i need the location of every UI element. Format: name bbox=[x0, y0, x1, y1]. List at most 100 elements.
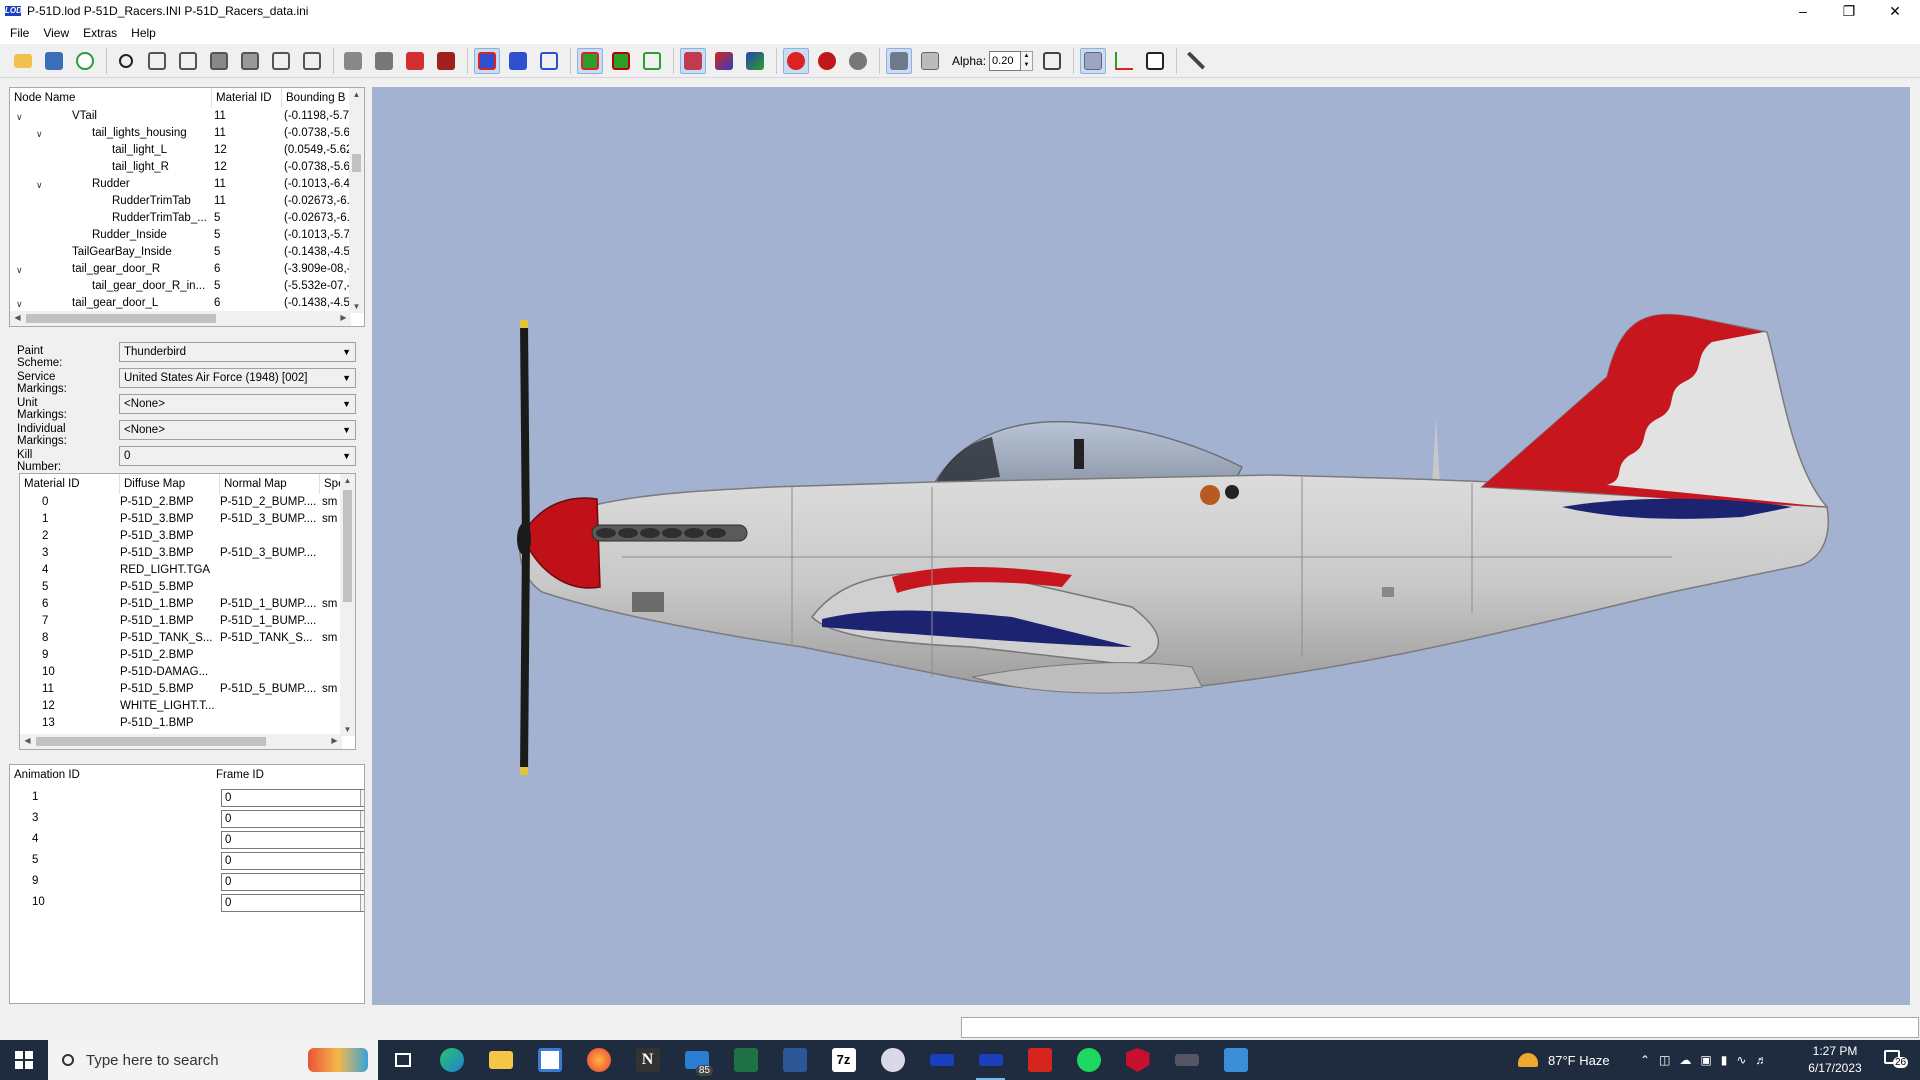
taskbar-game-tool[interactable] bbox=[1162, 1040, 1211, 1080]
tree-node-name[interactable]: VTail bbox=[72, 110, 210, 122]
spinner-arrows-icon[interactable]: ▲▼ bbox=[360, 895, 364, 911]
normal-map-button[interactable] bbox=[711, 48, 737, 74]
alpha-spinner[interactable]: ▲ ▼ bbox=[1021, 50, 1034, 71]
frame-id-spinbox[interactable]: 0 ▲▼ bbox=[221, 810, 364, 828]
notification-center-button[interactable]: 26 bbox=[1880, 1048, 1910, 1072]
material-id-cell[interactable]: 12 bbox=[42, 700, 82, 712]
expand-chevron-icon[interactable]: ∨ bbox=[36, 129, 43, 140]
material-id-cell[interactable]: 4 bbox=[42, 564, 82, 576]
bbox-toggle-button[interactable] bbox=[474, 47, 500, 74]
scroll-left-icon[interactable]: ◀ bbox=[20, 736, 35, 745]
col-node-name[interactable]: Node Name bbox=[10, 88, 212, 108]
material-normal-cell[interactable]: P-51D_5_BUMP.... bbox=[220, 683, 316, 695]
view-back-button[interactable] bbox=[175, 48, 201, 74]
menu-help[interactable]: Help bbox=[124, 26, 163, 40]
settings-button[interactable] bbox=[1183, 48, 1209, 74]
material-diffuse-cell[interactable]: P-51D_5.BMP bbox=[120, 683, 216, 695]
material-id-cell[interactable]: 1 bbox=[42, 513, 82, 525]
taskbar-paint[interactable] bbox=[868, 1040, 917, 1080]
task-view-button[interactable] bbox=[378, 1040, 427, 1080]
wire-cube-button[interactable] bbox=[1039, 48, 1065, 74]
col-material-id[interactable]: Material ID bbox=[212, 88, 282, 108]
taskbar-mcafee[interactable] bbox=[1113, 1040, 1162, 1080]
col-bounding-box[interactable]: Bounding B bbox=[282, 88, 350, 108]
material-diffuse-cell[interactable]: P-51D_1.BMP bbox=[120, 598, 216, 610]
view-right-button[interactable] bbox=[237, 48, 263, 74]
col-specular-map[interactable]: Spe bbox=[320, 474, 342, 494]
material-id-cell[interactable]: 9 bbox=[42, 649, 82, 661]
taskbar-acrobat[interactable] bbox=[1015, 1040, 1064, 1080]
material-diffuse-cell[interactable]: P-51D_1.BMP bbox=[120, 615, 216, 627]
close-button[interactable]: ✕ bbox=[1872, 0, 1918, 22]
minimize-button[interactable]: – bbox=[1780, 0, 1826, 22]
col-material-id[interactable]: Material ID bbox=[20, 474, 120, 494]
taskbar-photos[interactable] bbox=[1211, 1040, 1260, 1080]
shade-flat-button[interactable] bbox=[371, 48, 397, 74]
bbox-blue-button[interactable] bbox=[505, 48, 531, 74]
scroll-down-icon[interactable]: ▼ bbox=[340, 725, 355, 734]
clock[interactable]: 1:27 PM 6/17/2023 bbox=[1800, 1043, 1870, 1077]
background-button[interactable] bbox=[1080, 47, 1107, 74]
individual-markings-select[interactable]: <None> ▼ bbox=[119, 420, 356, 440]
material-normal-cell[interactable]: P-51D_3_BUMP.... bbox=[220, 547, 316, 559]
meet-icon[interactable]: ◫ bbox=[1659, 1053, 1670, 1067]
material-normal-cell[interactable]: P-51D_2_BUMP.... bbox=[220, 496, 316, 508]
damage-red-button[interactable] bbox=[783, 47, 809, 74]
material-diffuse-cell[interactable]: WHITE_LIGHT.T... bbox=[120, 700, 216, 712]
specular-button[interactable] bbox=[742, 48, 768, 74]
green-wire-button[interactable] bbox=[639, 48, 665, 74]
wifi-icon[interactable]: ∿ bbox=[1736, 1053, 1746, 1067]
view-front-button[interactable] bbox=[144, 48, 170, 74]
expand-chevron-icon[interactable]: ∨ bbox=[16, 265, 23, 276]
spinner-arrows-icon[interactable]: ▲▼ bbox=[360, 874, 364, 890]
tree-node-name[interactable]: tail_gear_door_R bbox=[72, 263, 210, 275]
tree-node-name[interactable]: tail_gear_door_R_in... bbox=[92, 280, 210, 292]
solid-box-button[interactable] bbox=[886, 47, 912, 74]
service-markings-select[interactable]: United States Air Force (1948) [002] ▼ bbox=[119, 368, 356, 388]
scroll-right-icon[interactable]: ▶ bbox=[336, 313, 351, 322]
taskbar-edge[interactable] bbox=[427, 1040, 476, 1080]
material-spec-cell[interactable]: sm bbox=[322, 513, 340, 525]
tree-vscroll-thumb[interactable] bbox=[352, 154, 361, 172]
material-spec-cell[interactable]: sm bbox=[322, 683, 340, 695]
material-diffuse-cell[interactable]: P-51D_TANK_S... bbox=[120, 632, 216, 644]
material-id-cell[interactable]: 6 bbox=[42, 598, 82, 610]
tree-node-name[interactable]: TailGearBay_Inside bbox=[72, 246, 210, 258]
tree-node-name[interactable]: RudderTrimTab bbox=[112, 195, 210, 207]
paint-scheme-select[interactable]: Thunderbird ▼ bbox=[119, 342, 356, 362]
onedrive-icon[interactable]: ☁ bbox=[1679, 1053, 1691, 1067]
node-tree[interactable]: Node Name Material ID Bounding B ∨ VTail 1… bbox=[9, 87, 365, 327]
material-diffuse-cell[interactable]: P-51D_2.BMP bbox=[120, 649, 216, 661]
frame-id-spinbox[interactable]: 0 ▲▼ bbox=[221, 789, 364, 807]
transparent-box-button[interactable] bbox=[917, 48, 943, 74]
reload-button[interactable] bbox=[72, 48, 98, 74]
material-spec-cell[interactable]: sm bbox=[322, 496, 340, 508]
material-diffuse-cell[interactable]: P-51D_3.BMP bbox=[120, 547, 216, 559]
green-box-red-button[interactable] bbox=[577, 47, 603, 74]
damage-button[interactable] bbox=[814, 48, 840, 74]
taskbar-lod-viewer[interactable] bbox=[917, 1040, 966, 1080]
spinner-arrows-icon[interactable]: ▲▼ bbox=[360, 832, 364, 848]
zoom-fit-button[interactable] bbox=[113, 48, 139, 74]
material-diffuse-cell[interactable]: P-51D_1.BMP bbox=[120, 717, 216, 729]
spinner-arrows-icon[interactable]: ▲▼ bbox=[360, 853, 364, 869]
material-id-cell[interactable]: 0 bbox=[42, 496, 82, 508]
view-top-button[interactable] bbox=[268, 48, 294, 74]
scroll-down-icon[interactable]: ▼ bbox=[349, 302, 364, 311]
shade-gray-button[interactable] bbox=[340, 48, 366, 74]
view-left-button[interactable] bbox=[206, 48, 232, 74]
material-normal-cell[interactable]: P-51D_TANK_S... bbox=[220, 632, 316, 644]
save-button[interactable] bbox=[41, 48, 67, 74]
material-id-cell[interactable]: 13 bbox=[42, 717, 82, 729]
chevron-up-icon[interactable]: ⌃ bbox=[1640, 1053, 1650, 1067]
material-id-cell[interactable]: 7 bbox=[42, 615, 82, 627]
col-normal-map[interactable]: Normal Map bbox=[220, 474, 320, 494]
expand-chevron-icon[interactable]: ∨ bbox=[16, 299, 23, 310]
material-id-cell[interactable]: 10 bbox=[42, 666, 82, 678]
material-diffuse-cell[interactable]: P-51D_3.BMP bbox=[120, 513, 216, 525]
tree-hscrollbar[interactable]: ◀ ▶ bbox=[10, 311, 351, 326]
material-vscrollbar[interactable]: ▲ ▼ bbox=[340, 474, 355, 736]
material-spec-cell[interactable]: sm bbox=[322, 598, 340, 610]
tree-node-name[interactable]: tail_lights_housing bbox=[92, 127, 210, 139]
material-id-cell[interactable]: 2 bbox=[42, 530, 82, 542]
